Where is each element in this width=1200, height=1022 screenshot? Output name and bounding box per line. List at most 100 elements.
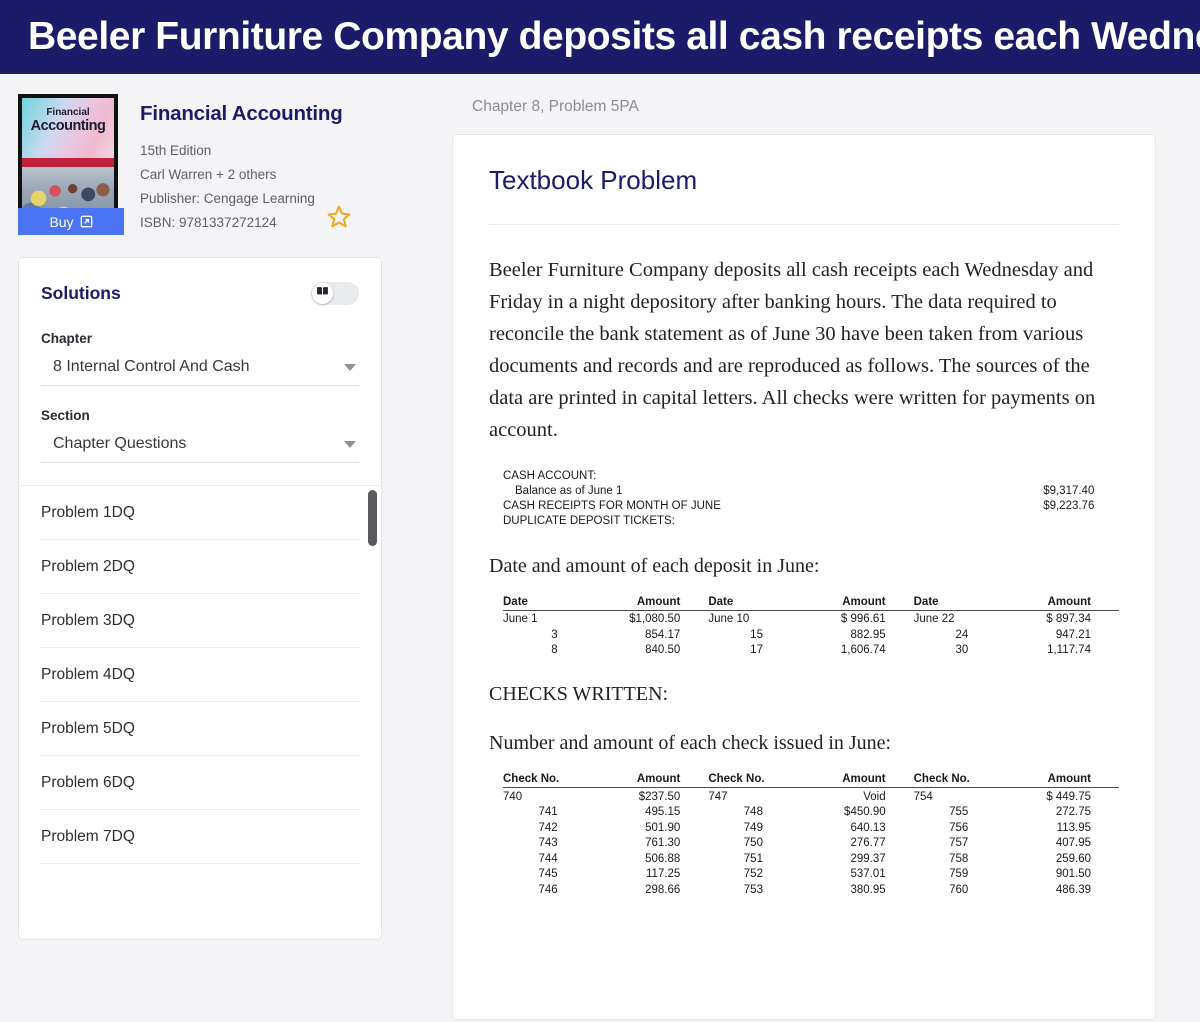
table-cell: 882.95 — [850, 628, 886, 641]
toggle-knob — [312, 283, 333, 305]
checks-table: Check No. Amount Check No. Amount Check No. A… — [503, 773, 1119, 897]
table-cell: 17 — [750, 644, 763, 657]
cash-account-amount: $9,223.76 — [1043, 500, 1095, 513]
section-select[interactable]: Chapter Questions — [41, 435, 359, 464]
book-title: Financial Accounting — [140, 102, 343, 125]
deposits-heading: Date and amount of each deposit in June: — [489, 554, 820, 577]
table-cell: 751 — [743, 852, 763, 865]
cash-account-label: Balance as of June 1 — [515, 485, 623, 498]
table-cell: 8 — [551, 644, 558, 657]
list-item[interactable]: Problem 4DQ — [41, 648, 359, 703]
table-cell: 743 — [538, 837, 558, 850]
list-item[interactable]: Problem 5DQ — [41, 702, 359, 757]
table-row: 3 854.17 15 882.95 24 947.21 — [503, 626, 1119, 642]
card-title: Textbook Problem — [489, 165, 698, 195]
table-row: 741 495.15 748 $450.90 755 272.75 — [503, 804, 1119, 820]
table-cell: $ 449.75 — [1046, 790, 1091, 803]
column-header: Date — [708, 595, 811, 611]
table-cell: 752 — [743, 868, 763, 881]
table-row: CASH RECEIPTS FOR MONTH OF JUNE $9,223.76 — [503, 499, 1094, 514]
column-header: Check No. — [503, 773, 606, 789]
solutions-toggle[interactable] — [311, 282, 359, 306]
main-content: Chapter 8, Problem 5PA Textbook Problem … — [420, 74, 1200, 1020]
table-cell: 1,117.74 — [1047, 644, 1091, 657]
buy-button-label: Buy — [49, 213, 74, 230]
table-cell: 753 — [743, 883, 763, 896]
page-banner: Beeler Furniture Company deposits all ca… — [0, 0, 1200, 74]
table-cell: 742 — [538, 821, 558, 834]
cash-account-figure: CASH ACCOUNT: Balance as of June 1 $9,317.… — [503, 469, 1119, 529]
table-cell: 749 — [743, 821, 763, 834]
chapter-select-value: 8 Internal Control And Cash — [53, 358, 250, 376]
cash-account-label: DUPLICATE DEPOSIT TICKETS: — [503, 515, 675, 528]
table-row: June 1 $1,080.50 June 10 $ 996.61 June 22 $ 8… — [503, 610, 1119, 626]
cover-title-small: Financial — [46, 107, 90, 118]
checks-figure: Check No. Amount Check No. Amount Check No. A… — [503, 773, 1119, 897]
table-cell: 486.39 — [1055, 883, 1091, 896]
problem-prose: Beeler Furniture Company deposits all ca… — [489, 255, 1119, 447]
problem-paragraph: Beeler Furniture Company deposits all ca… — [489, 259, 1096, 441]
table-row: 8 840.50 17 1,606.74 30 1,117.74 — [503, 642, 1119, 658]
column-header: Check No. — [913, 773, 1017, 789]
external-link-icon — [80, 215, 93, 228]
section-label: Section — [41, 408, 90, 424]
table-cell: 755 — [949, 806, 969, 819]
buy-button[interactable]: Buy — [18, 208, 124, 235]
list-item[interactable]: Problem 7DQ — [41, 810, 359, 865]
section-field: Section Chapter Questions — [19, 408, 381, 464]
problem-list: Problem 1DQ Problem 2DQ Problem 3DQ Problem… — [19, 485, 381, 939]
table-row: 746 298.66 753 380.95 760 486.39 — [503, 881, 1119, 897]
column-header: Amount — [605, 773, 709, 789]
book-isbn: ISBN: 9781337272124 — [140, 215, 277, 231]
column-header: Amount — [1016, 595, 1119, 611]
table-cell: June 10 — [708, 613, 750, 626]
list-item[interactable]: Problem 3DQ — [41, 594, 359, 649]
table-cell: 272.75 — [1055, 806, 1091, 819]
table-header-row: Date Amount Date Amount Date Amount — [503, 595, 1119, 611]
breadcrumb: Chapter 8, Problem 5PA — [472, 98, 639, 115]
table-cell: 30 — [955, 644, 969, 657]
table-cell: 756 — [949, 821, 969, 834]
table-row: Balance as of June 1 $9,317.40 — [503, 484, 1094, 499]
checks-written-heading: CHECKS WRITTEN: — [489, 683, 669, 706]
book-cover-wrap: Financial Accounting Buy — [18, 94, 124, 235]
chapter-select[interactable]: 8 Internal Control And Cash — [41, 358, 359, 387]
column-header: Check No. — [708, 773, 811, 789]
list-item[interactable]: Problem 6DQ — [41, 756, 359, 811]
cash-account-heading: CASH ACCOUNT: — [503, 470, 597, 483]
column-header: Amount — [1016, 773, 1119, 789]
cover-title-big: Accounting — [30, 117, 106, 134]
table-header-row: Check No. Amount Check No. Amount Check No. A… — [503, 773, 1119, 789]
favorite-star-icon[interactable] — [326, 204, 352, 230]
chevron-down-icon — [344, 440, 356, 448]
table-row: 740 $237.50 747 Void 754 $ 449.75 — [503, 788, 1119, 804]
banner-title: Beeler Furniture Company deposits all ca… — [28, 15, 1200, 58]
table-row: 742 501.90 749 640.13 756 113.95 — [503, 819, 1119, 835]
table-cell: 3 — [551, 628, 558, 641]
table-cell: 744 — [538, 852, 558, 865]
list-item[interactable]: Problem 2DQ — [41, 540, 359, 595]
table-cell: 495.15 — [645, 806, 681, 819]
cash-account-table: CASH ACCOUNT: Balance as of June 1 $9,317.… — [503, 469, 1094, 529]
cover-red-stripe — [22, 158, 114, 168]
table-cell: 901.50 — [1055, 868, 1091, 881]
table-cell: 537.01 — [850, 868, 886, 881]
checks-heading: Number and amount of each check issued i… — [489, 732, 892, 755]
column-header: Date — [503, 595, 606, 611]
table-row: CASH ACCOUNT: — [503, 469, 1094, 484]
deposits-table: Date Amount Date Amount Date Amount June 1 $1,… — [503, 595, 1119, 658]
table-cell: 761.30 — [645, 837, 681, 850]
chapter-label: Chapter — [41, 331, 93, 347]
table-cell: 117.25 — [645, 868, 681, 881]
column-header: Amount — [605, 595, 709, 611]
table-cell: 299.37 — [850, 852, 886, 865]
book-icon — [316, 285, 329, 303]
cash-account-label: CASH RECEIPTS FOR MONTH OF JUNE — [503, 500, 721, 513]
list-item[interactable]: Problem 1DQ — [41, 486, 359, 541]
cash-account-amount — [982, 514, 1094, 529]
deposits-figure: Date Amount Date Amount Date Amount June 1 $1,… — [503, 595, 1119, 658]
problem-list-scrollbar[interactable] — [368, 490, 377, 547]
table-cell: 748 — [743, 806, 763, 819]
solutions-title: Solutions — [41, 283, 121, 304]
book-authors: Carl Warren + 2 others — [140, 167, 277, 183]
